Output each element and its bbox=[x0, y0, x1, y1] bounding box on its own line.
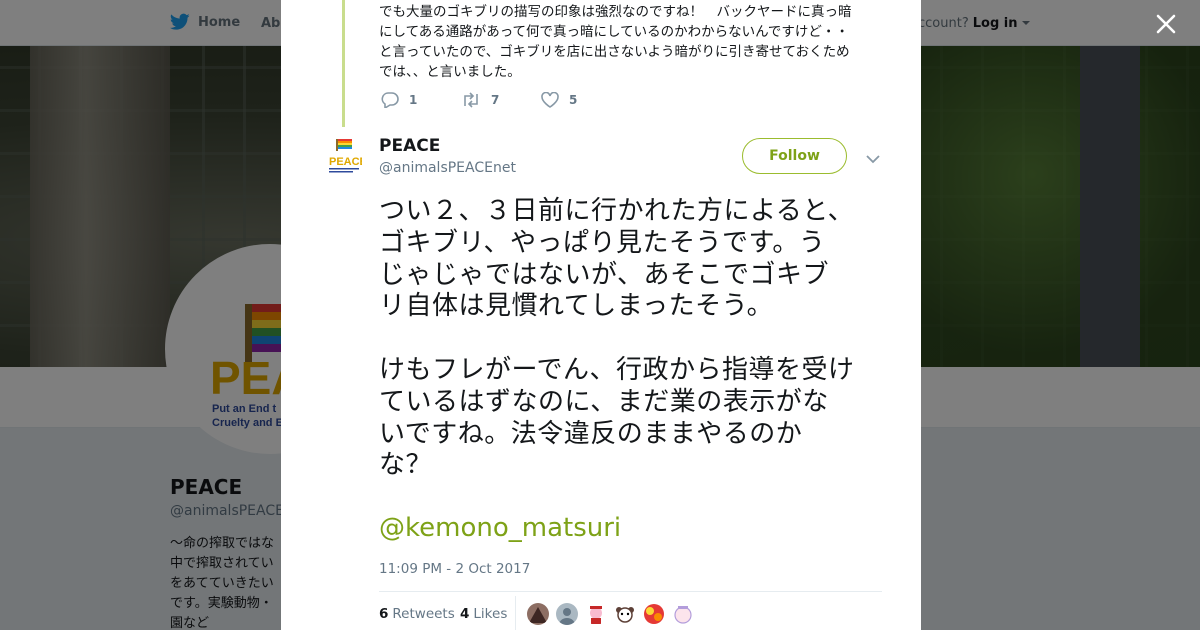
liker-avatar[interactable] bbox=[585, 603, 607, 625]
tweet-permalink-modal: でも大量のゴキブリの描写の印象は強烈なのですね！ バックヤードに真っ暗 にしてあ… bbox=[281, 0, 921, 630]
tweet-author-handle[interactable]: @animalsPEACEnet bbox=[379, 160, 516, 176]
retweet-count: 7 bbox=[491, 93, 500, 107]
stats-divider bbox=[515, 596, 516, 630]
like-button[interactable]: 5 bbox=[541, 92, 621, 108]
mention-link[interactable]: @kemono_matsuri bbox=[379, 513, 621, 543]
tweet-timestamp[interactable]: 11:09 PM - 2 Oct 2017 bbox=[379, 561, 530, 577]
liker-avatar[interactable] bbox=[643, 603, 665, 625]
previous-tweet-actions: 1 7 5 bbox=[381, 92, 621, 108]
like-count: 5 bbox=[569, 93, 578, 107]
heart-icon bbox=[541, 92, 559, 108]
more-options-button[interactable] bbox=[866, 150, 880, 169]
follow-button[interactable]: Follow bbox=[742, 138, 847, 174]
close-button[interactable] bbox=[1152, 10, 1180, 38]
reply-count: 1 bbox=[409, 93, 418, 107]
likes-stat[interactable]: 4 Likes bbox=[460, 606, 507, 622]
retweets-stat[interactable]: 6 Retweets bbox=[379, 606, 455, 622]
tweet-author-avatar[interactable]: PEACE bbox=[328, 138, 367, 176]
retweets-stat-count: 6 bbox=[379, 606, 389, 622]
liker-avatar[interactable] bbox=[672, 603, 694, 625]
retweets-stat-label: Retweets bbox=[392, 606, 455, 622]
liker-avatar[interactable] bbox=[556, 603, 578, 625]
liker-avatars bbox=[527, 603, 694, 625]
reply-icon bbox=[381, 92, 399, 108]
chevron-down-icon bbox=[866, 155, 880, 164]
close-icon bbox=[1156, 14, 1176, 34]
previous-tweet-text: でも大量のゴキブリの描写の印象は強烈なのですね！ バックヤードに真っ暗 にしてあ… bbox=[379, 4, 852, 80]
retweet-icon bbox=[464, 92, 478, 108]
tweet-text: つい２、３日前に行かれた方によると、 ゴキブリ、やっぱり見たそうです。う じゃじ… bbox=[379, 196, 855, 481]
liker-avatar[interactable] bbox=[614, 603, 636, 625]
reply-button[interactable]: 1 bbox=[381, 92, 461, 108]
tweet-author-name[interactable]: PEACE bbox=[379, 136, 440, 156]
retweet-button[interactable]: 7 bbox=[461, 92, 541, 108]
tweet-stats: 6 Retweets 4 Likes bbox=[379, 591, 882, 630]
likes-stat-label: Likes bbox=[473, 606, 508, 622]
tweet-avatar-text: PEACE bbox=[329, 156, 362, 168]
likes-stat-count: 4 bbox=[460, 606, 470, 622]
thread-connector-line bbox=[342, 0, 345, 127]
liker-avatar[interactable] bbox=[527, 603, 549, 625]
